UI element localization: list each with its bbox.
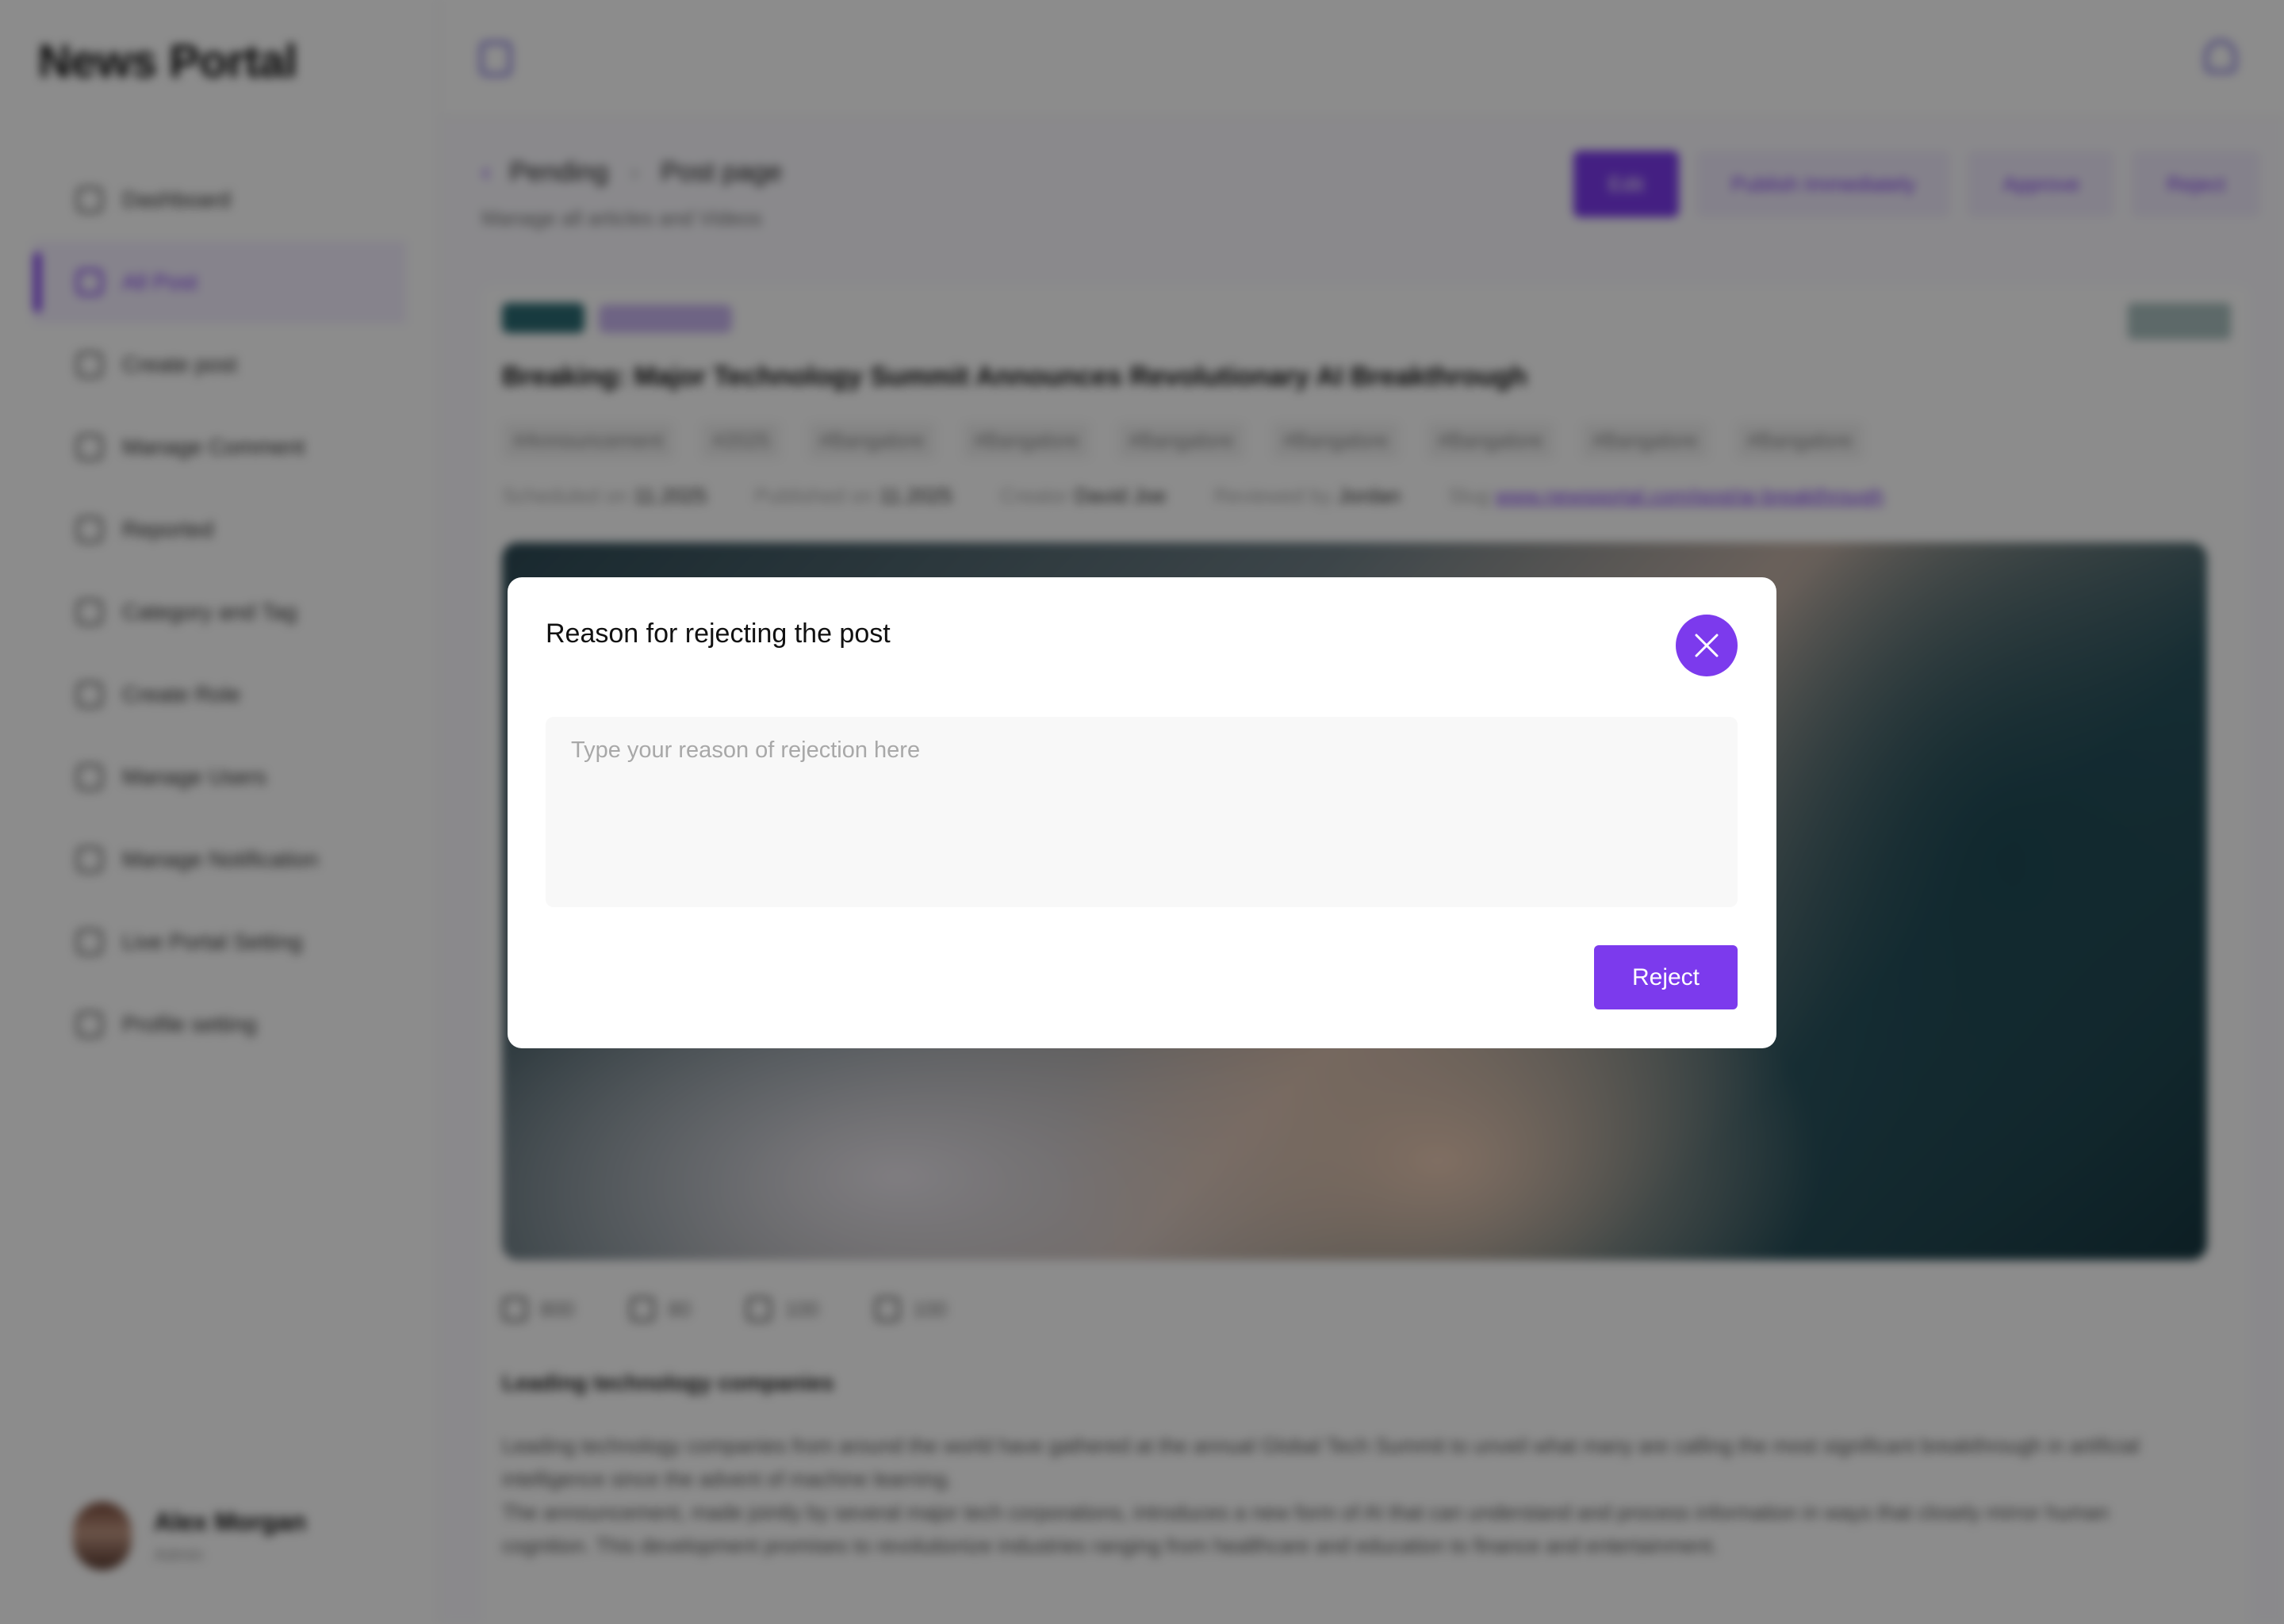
close-button[interactable] xyxy=(1676,615,1738,676)
modal-title: Reason for rejecting the post xyxy=(546,619,891,649)
reject-button[interactable]: Reject xyxy=(1594,945,1738,1009)
close-icon xyxy=(1695,634,1719,657)
reject-reason-modal: Reason for rejecting the post Reject xyxy=(508,577,1776,1048)
rejection-reason-input[interactable] xyxy=(546,717,1738,907)
